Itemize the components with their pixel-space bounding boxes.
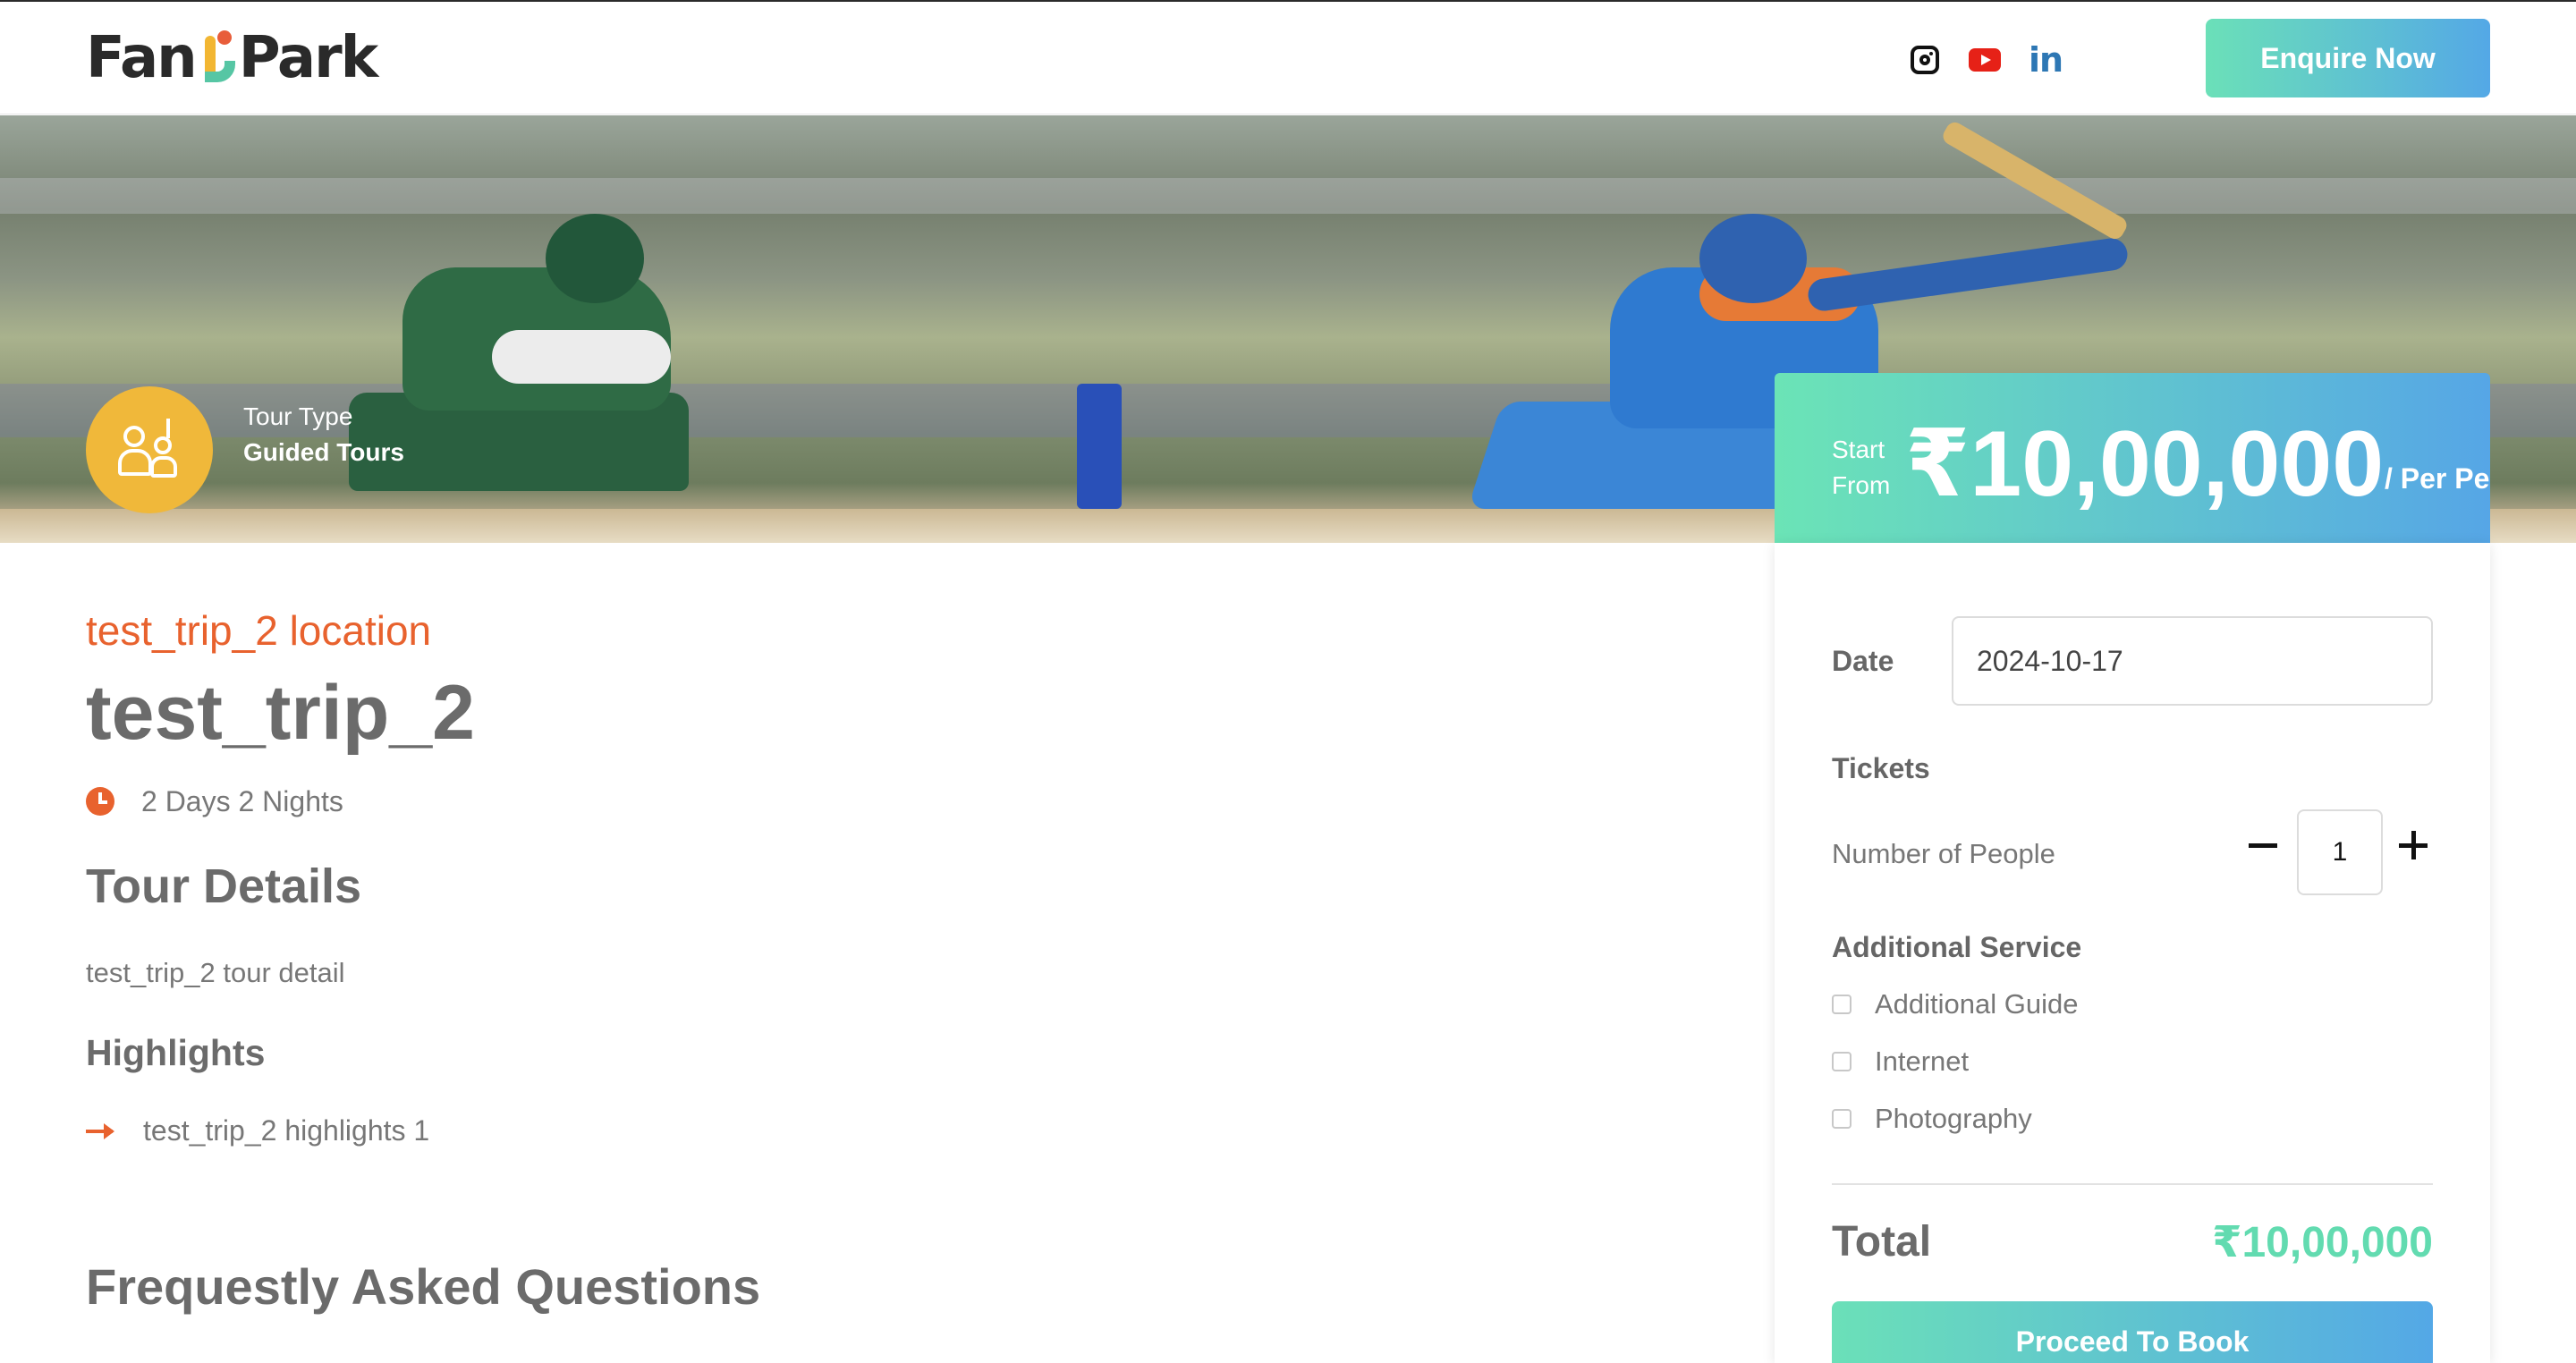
tour-type-badge bbox=[86, 386, 213, 513]
enquire-now-button[interactable]: Enquire Now bbox=[2206, 19, 2490, 97]
faq-heading: Frequestly Asked Questions bbox=[86, 1258, 761, 1315]
tickets-label: Tickets bbox=[1832, 752, 1930, 784]
per-person-label: / Per Person bbox=[2385, 462, 2490, 495]
duration-text: 2 Days 2 Nights bbox=[141, 784, 343, 817]
booking-form: Date Tickets Number of People Additional… bbox=[1775, 543, 2490, 1363]
page-title: test_trip_2 bbox=[86, 670, 475, 756]
proceed-to-book-button[interactable]: Proceed To Book bbox=[1832, 1301, 2433, 1363]
highlights-heading: Highlights bbox=[86, 1032, 266, 1073]
instagram-icon bbox=[1911, 46, 1939, 74]
linkedin-link[interactable]: in bbox=[2027, 40, 2064, 80]
brand-logo-part2: Park bbox=[238, 25, 378, 91]
youtube-icon bbox=[1969, 48, 2001, 72]
additional-service-label: Additional Service bbox=[1832, 931, 2082, 963]
arrow-right-icon bbox=[86, 1122, 114, 1139]
logo-mark-icon bbox=[198, 30, 237, 86]
service-option-guide[interactable]: Additional Guide bbox=[1832, 988, 2079, 1020]
service-option-internet[interactable]: Internet bbox=[1832, 1046, 1969, 1078]
hero-image-stumps bbox=[1077, 384, 1122, 509]
brand-logo-part1: Fan bbox=[86, 25, 198, 91]
guided-tour-icon bbox=[118, 419, 181, 481]
trip-location: test_trip_2 location bbox=[86, 607, 432, 654]
linkedin-icon: in bbox=[2028, 40, 2063, 80]
brand-logo[interactable]: Fan Park bbox=[86, 25, 378, 91]
additional-guide-checkbox[interactable] bbox=[1832, 995, 1852, 1014]
tour-type-value: Guided Tours bbox=[243, 438, 404, 466]
decrease-people-button[interactable] bbox=[2245, 827, 2281, 863]
trip-duration: 2 Days 2 Nights bbox=[86, 785, 343, 817]
date-label: Date bbox=[1832, 645, 1894, 677]
total-value: ₹10,00,000 bbox=[2212, 1219, 2433, 1266]
price-card: Start From ₹10,00,000 / Per Person bbox=[1775, 373, 2490, 543]
tour-details-text: test_trip_2 tour detail bbox=[86, 957, 345, 988]
tour-type-label: Tour Type bbox=[243, 402, 353, 430]
date-field[interactable] bbox=[1952, 616, 2433, 706]
youtube-link[interactable] bbox=[1966, 41, 2004, 79]
service-label: Photography bbox=[1875, 1103, 2032, 1134]
clock-icon bbox=[86, 787, 114, 816]
instagram-link[interactable] bbox=[1906, 41, 1944, 79]
highlight-text: test_trip_2 highlights 1 bbox=[143, 1114, 430, 1147]
photography-checkbox[interactable] bbox=[1832, 1109, 1852, 1129]
increase-people-button[interactable] bbox=[2395, 827, 2431, 863]
site-header: Fan Park in Enquire Now bbox=[0, 2, 2576, 114]
price-value: ₹10,00,000 bbox=[1905, 412, 2385, 516]
people-label: Number of People bbox=[1832, 838, 2055, 869]
service-option-photography[interactable]: Photography bbox=[1832, 1103, 2032, 1135]
service-label: Additional Guide bbox=[1875, 988, 2079, 1020]
internet-checkbox[interactable] bbox=[1832, 1052, 1852, 1071]
list-item: test_trip_2 highlights 1 bbox=[86, 1114, 429, 1147]
people-quantity-input[interactable] bbox=[2297, 809, 2383, 895]
divider bbox=[1832, 1183, 2433, 1185]
start-from-label: Start From bbox=[1832, 436, 1891, 499]
total-label: Total bbox=[1832, 1218, 1932, 1266]
tour-details-heading: Tour Details bbox=[86, 859, 362, 913]
service-label: Internet bbox=[1875, 1046, 1970, 1077]
